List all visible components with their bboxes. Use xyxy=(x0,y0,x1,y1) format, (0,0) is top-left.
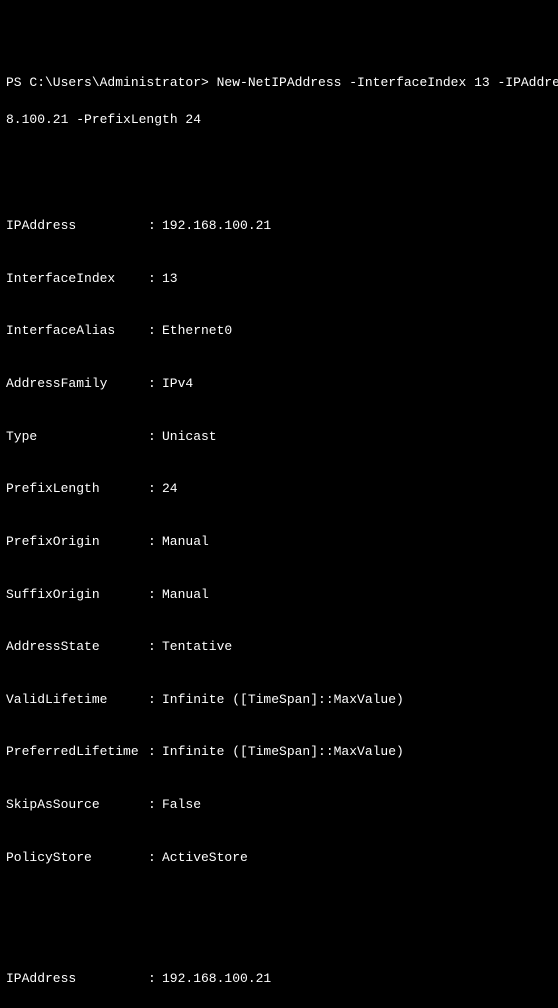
value-prefixorigin: Manual xyxy=(162,533,209,551)
colon: : xyxy=(148,533,162,551)
value-ipaddress: 192.168.100.21 xyxy=(162,970,271,988)
label-prefixorigin: PrefixOrigin xyxy=(6,533,148,551)
colon: : xyxy=(148,217,162,235)
label-type: Type xyxy=(6,428,148,446)
colon: : xyxy=(148,638,162,656)
value-prefixlength: 24 xyxy=(162,480,178,498)
label-skipassource: SkipAsSource xyxy=(6,796,148,814)
output-block-1: IPAddress:192.168.100.21 InterfaceIndex:… xyxy=(6,182,552,884)
colon: : xyxy=(148,796,162,814)
colon: : xyxy=(148,970,162,988)
label-addressfamily: AddressFamily xyxy=(6,375,148,393)
value-addressstate: Tentative xyxy=(162,638,232,656)
label-ipaddress: IPAddress xyxy=(6,970,148,988)
label-interfaceindex: InterfaceIndex xyxy=(6,270,148,288)
command-line-1: PS C:\Users\Administrator> New-NetIPAddr… xyxy=(6,74,552,92)
value-type: Unicast xyxy=(162,428,217,446)
value-addressfamily: IPv4 xyxy=(162,375,193,393)
value-skipassource: False xyxy=(162,796,201,814)
colon: : xyxy=(148,480,162,498)
value-interfaceindex: 13 xyxy=(162,270,178,288)
label-addressstate: AddressState xyxy=(6,638,148,656)
colon: : xyxy=(148,743,162,761)
colon: : xyxy=(148,849,162,867)
command-line-2: 8.100.21 -PrefixLength 24 xyxy=(6,111,552,129)
value-ipaddress: 192.168.100.21 xyxy=(162,217,271,235)
colon: : xyxy=(148,322,162,340)
output-block-2: IPAddress:192.168.100.21 InterfaceIndex:… xyxy=(6,935,552,1008)
label-ipaddress: IPAddress xyxy=(6,217,148,235)
value-validlifetime: Infinite ([TimeSpan]::MaxValue) xyxy=(162,691,404,709)
label-suffixorigin: SuffixOrigin xyxy=(6,586,148,604)
value-preferredlifetime: Infinite ([TimeSpan]::MaxValue) xyxy=(162,743,404,761)
label-prefixlength: PrefixLength xyxy=(6,480,148,498)
value-suffixorigin: Manual xyxy=(162,586,209,604)
label-policystore: PolicyStore xyxy=(6,849,148,867)
colon: : xyxy=(148,270,162,288)
colon: : xyxy=(148,375,162,393)
colon: : xyxy=(148,428,162,446)
colon: : xyxy=(148,691,162,709)
label-validlifetime: ValidLifetime xyxy=(6,691,148,709)
value-interfacealias: Ethernet0 xyxy=(162,322,232,340)
label-interfacealias: InterfaceAlias xyxy=(6,322,148,340)
label-preferredlifetime: PreferredLifetime xyxy=(6,743,148,761)
colon: : xyxy=(148,586,162,604)
value-policystore: ActiveStore xyxy=(162,849,248,867)
